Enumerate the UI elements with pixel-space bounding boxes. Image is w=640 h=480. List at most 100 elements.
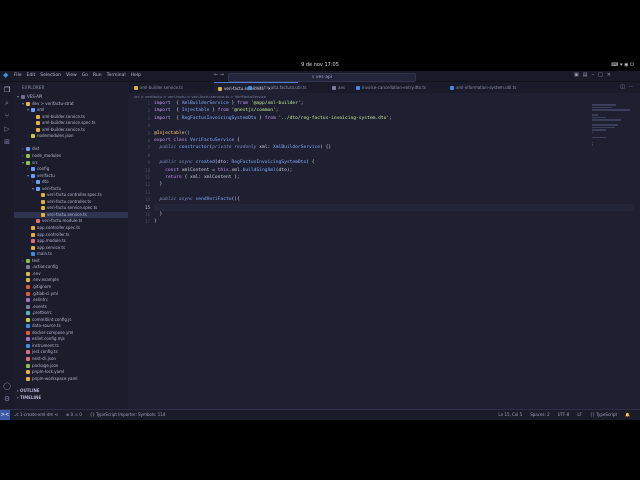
- code-line[interactable]: import { XmlBuilderService } from '@app/…: [154, 100, 303, 107]
- tree-item-file-commitlint[interactable]: commitlint.config.js: [14, 317, 128, 323]
- menu-item-edit[interactable]: Edit: [27, 73, 36, 78]
- command-center-search[interactable]: ⌕ ves-api: [228, 72, 416, 82]
- maximize-icon[interactable]: □: [598, 72, 603, 78]
- tree-item-file-xml-builder-service[interactable]: xml-builder.service.ts: [14, 114, 128, 120]
- tree-item-file-vf-controller[interactable]: veri-factu.controller.ts: [14, 199, 128, 205]
- code-line[interactable]: [154, 203, 634, 211]
- system-tray[interactable]: ⌨ ▾ ◉ ⏻: [611, 62, 634, 68]
- code-line[interactable]: return { xml: xmlContent };: [154, 174, 240, 181]
- tree-item-file-nodemodules[interactable]: nodemodules.json: [14, 133, 128, 139]
- tree-item-file-jest-config[interactable]: jest.config.ts: [14, 349, 128, 355]
- tree-item-file-actionconfig[interactable]: .actionconfig: [14, 264, 128, 270]
- tree-item-folder-dist[interactable]: › dist: [14, 146, 128, 152]
- tree-item-folder-test[interactable]: › test: [14, 258, 128, 264]
- code-line[interactable]: import { Injectable } from '@nestjs/comm…: [154, 107, 279, 114]
- tree-item-file-package-json[interactable]: package.json: [14, 363, 128, 369]
- code-line[interactable]: public async sendVeriFactu(){: [154, 196, 240, 203]
- tree-item-file-pnpm-workspace[interactable]: pnpm-workspace.yaml: [14, 376, 128, 382]
- tree-item-folder-verifactu[interactable]: ▾ verifactu: [14, 173, 128, 179]
- section-outline[interactable]: › OUTLINE: [14, 388, 128, 394]
- tree-item-folder-config[interactable]: › config: [14, 166, 128, 172]
- tree-item-file-xml-builder-spec[interactable]: xml-builder.service.spec.ts: [14, 120, 128, 126]
- tab-xml-information-system-util-ts[interactable]: xml-information-system.util.ts: [446, 82, 538, 93]
- status-right-item[interactable]: UTF-8: [558, 410, 570, 420]
- system-clock[interactable]: 9 de nov 17:05: [0, 62, 640, 68]
- explorer-icon[interactable]: ❐: [3, 86, 11, 94]
- code-line[interactable]: @Injectable(): [154, 130, 190, 137]
- code-line[interactable]: }: [154, 181, 163, 188]
- settings-gear-icon[interactable]: ⚙: [3, 395, 11, 403]
- status-right-item[interactable]: LF: [577, 410, 582, 420]
- section-timeline[interactable]: › TIMELINE: [14, 395, 128, 401]
- tree-item-root-folder[interactable]: ▾ VES-API: [14, 94, 128, 100]
- search-activity-icon[interactable]: ⌕: [3, 99, 11, 107]
- close-icon[interactable]: ✕: [607, 72, 611, 78]
- menu-item-run[interactable]: Run: [93, 73, 102, 78]
- nav-arrows-icon[interactable]: ← →: [214, 72, 224, 78]
- code-line[interactable]: public async created(dto: RegFactusInvoi…: [154, 159, 315, 166]
- tree-item-file-app-controller-spec[interactable]: app.controller.spec.ts: [14, 225, 128, 231]
- tree-item-file-main[interactable]: main.ts: [14, 251, 128, 257]
- tree-item-file-env-example[interactable]: .env.example: [14, 277, 128, 283]
- tree-item-file-app-service[interactable]: app.service.ts: [14, 245, 128, 251]
- tree-item-file-vf-service[interactable]: veri-factu.service.ts: [14, 211, 128, 218]
- tree-item-file-app-module[interactable]: app.module.ts: [14, 238, 128, 244]
- tree-item-folder-dev[interactable]: ▾ dev > verifactu-strat: [14, 101, 128, 107]
- tree-item-file-env[interactable]: .env: [14, 271, 128, 277]
- tree-item-file-prettierrc[interactable]: .prettierrc: [14, 310, 128, 316]
- tree-item-file-nest-cli[interactable]: nest-cli.json: [14, 356, 128, 362]
- code-line[interactable]: }: [154, 211, 163, 218]
- extensions-icon[interactable]: ⊞: [3, 138, 11, 146]
- remote-indicator[interactable]: ><: [0, 410, 10, 420]
- tab-xml-builder-service-ts[interactable]: xml-builder.service.ts: [130, 82, 210, 93]
- more-actions-icon[interactable]: ⋯: [629, 84, 634, 90]
- status-left-item[interactable]: ⎇ 1-create-xml-dm ⟲: [14, 410, 58, 420]
- tree-item-file-instrument[interactable]: instrument.ts: [14, 343, 128, 349]
- status-left-item[interactable]: ⊗ 0 ⚠ 0: [66, 410, 82, 420]
- status-left-item[interactable]: {} TypeScript Importer: Symbols: 114: [90, 410, 166, 420]
- minimize-icon[interactable]: –: [591, 72, 594, 78]
- account-icon[interactable]: ◯: [3, 382, 11, 390]
- run-debug-icon[interactable]: ▷: [3, 125, 11, 133]
- tree-item-file-docker-compose[interactable]: docker-compose.yml: [14, 330, 128, 336]
- menu-item-selection[interactable]: Selection: [40, 73, 61, 78]
- tab-aes[interactable]: aes: [328, 82, 350, 93]
- minimap[interactable]: [592, 104, 632, 154]
- tree-item-file-vf-module[interactable]: veri-factu.module.ts: [14, 218, 128, 224]
- tree-item-file-app-controller[interactable]: app.controller.ts: [14, 232, 128, 238]
- code-line[interactable]: export class VeriFactuService {: [154, 137, 240, 144]
- tree-item-file-gitignore[interactable]: .gitignore: [14, 284, 128, 290]
- tab-registro-alta-factura-util-ts[interactable]: registro-alta.factura.util.ts: [244, 82, 326, 93]
- code-line[interactable]: public constructor(private readonly xml:…: [154, 144, 332, 151]
- tree-item-folder-xml[interactable]: ▾ xml: [14, 107, 128, 113]
- menu-item-help[interactable]: Help: [131, 73, 141, 78]
- tree-item-folder-node-modules[interactable]: › node_modules: [14, 153, 128, 159]
- status-right-item[interactable]: Spaces: 2: [530, 410, 549, 420]
- breadcrumb[interactable]: src > verifactu > veri-factu > veri-fact…: [134, 94, 266, 99]
- menu-item-terminal[interactable]: Terminal: [107, 73, 126, 78]
- layout-icon[interactable]: ▣: [574, 72, 579, 78]
- code-line[interactable]: const xmlContent = this.xml.buildSingXml…: [154, 167, 292, 174]
- code-line[interactable]: }: [154, 218, 157, 225]
- tree-item-file-eslintrc[interactable]: .eslintrc: [14, 297, 128, 303]
- tree-item-file-data-source[interactable]: data-source.ts: [14, 323, 128, 329]
- tree-item-file-events[interactable]: .events: [14, 304, 128, 310]
- split-editor-icon[interactable]: ◫: [620, 84, 625, 90]
- tree-item-file-pnpm-lock[interactable]: pnpm-lock.yaml: [14, 369, 128, 375]
- tree-item-file-vf-controller-spec[interactable]: veri-factu.controller.spec.ts: [14, 192, 128, 198]
- tree-item-file-xml-builder-service-2[interactable]: xml-builder.service.ts: [14, 127, 128, 133]
- menu-item-go[interactable]: Go: [82, 73, 88, 78]
- tree-item-folder-dto[interactable]: › dto: [14, 179, 128, 185]
- tree-item-folder-src[interactable]: ▾ src: [14, 160, 128, 166]
- menu-item-file[interactable]: File: [14, 73, 22, 78]
- tree-item-file-vf-service-spec[interactable]: veri-factu.service.spec.ts: [14, 205, 128, 211]
- tree-item-file-gitlab-ci[interactable]: .gitlab-ci.yml: [14, 291, 128, 297]
- status-right-item[interactable]: Ln 15, Col 5: [498, 410, 522, 420]
- code-line[interactable]: import { RegFactusInvoicingSystemDto } f…: [154, 115, 392, 122]
- notifications-bell-icon[interactable]: 🔔: [625, 410, 630, 420]
- tree-item-file-eslint-config[interactable]: eslint.config.mjs: [14, 336, 128, 342]
- panel-toggle-icon[interactable]: ▤: [583, 72, 588, 78]
- source-control-icon[interactable]: ⑂: [3, 112, 11, 120]
- status-right-item[interactable]: {} TypeScript: [590, 410, 617, 420]
- tree-item-folder-veri-factu[interactable]: ▾ veri-factu: [14, 186, 128, 192]
